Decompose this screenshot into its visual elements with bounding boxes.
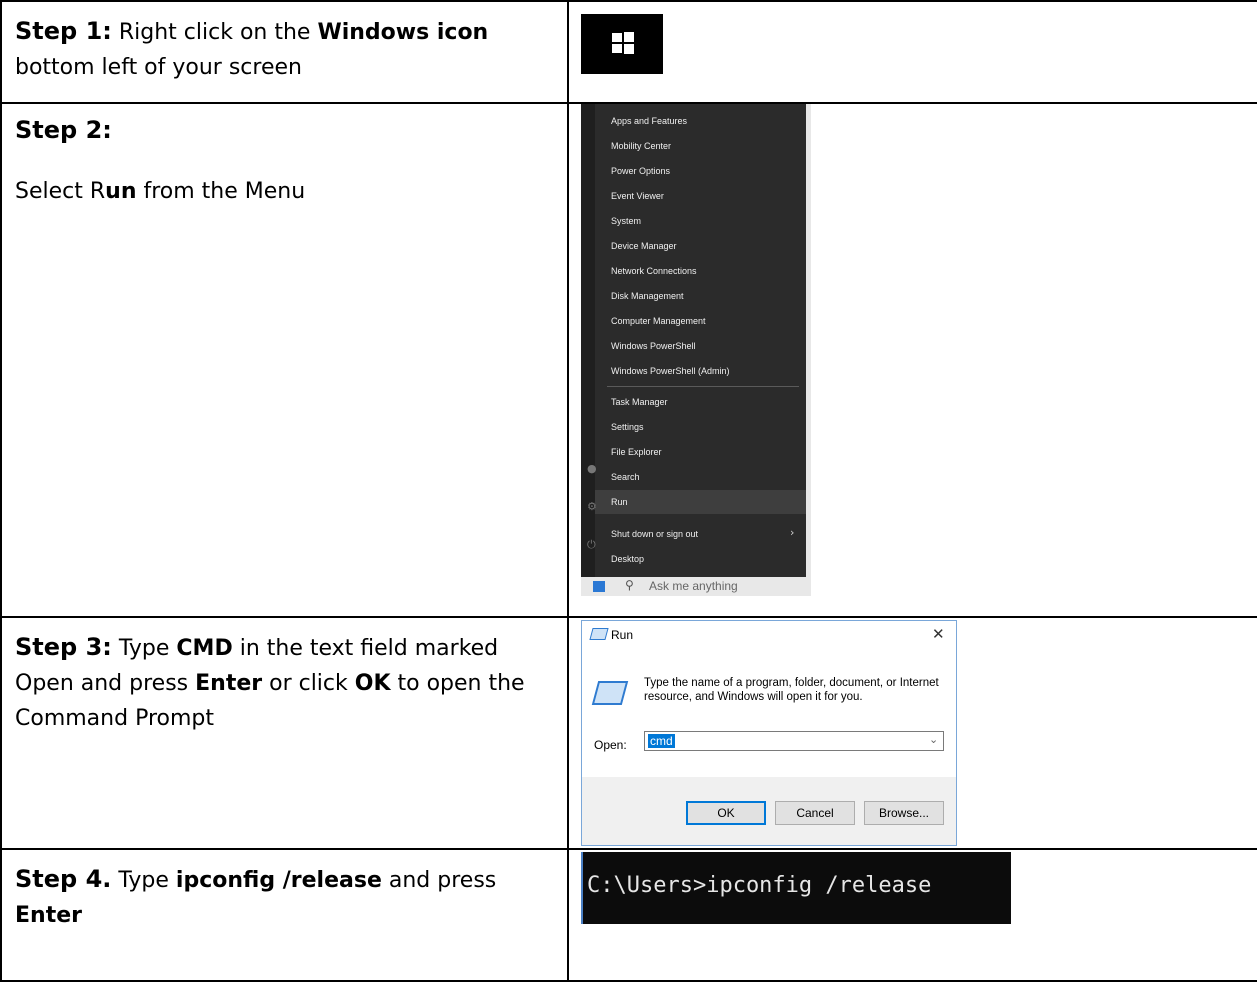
menu-item-shut-down[interactable]: Shut down or sign out	[611, 529, 698, 539]
menu-item-disk-management[interactable]: Disk Management	[611, 291, 684, 301]
menu-item-computer-management[interactable]: Computer Management	[611, 316, 706, 326]
step-4-text-part: Type	[118, 868, 176, 893]
instructions-table: Step 1: Right click on the Windows icon …	[0, 0, 1257, 982]
step-2-text: Select Run from the Menu	[15, 174, 557, 209]
step-3-text-part: Type	[118, 636, 177, 661]
power-icon: ⏻	[587, 538, 596, 551]
menu-item-settings[interactable]: Settings	[611, 422, 644, 432]
run-title-icon	[589, 628, 609, 640]
step-1-text: Step 1: Right click on the Windows icon …	[15, 14, 557, 85]
menu-item-apps-and-features[interactable]: Apps and Features	[611, 116, 687, 126]
run-description: Type the name of a program, folder, docu…	[644, 677, 939, 703]
menu-item-mobility-center[interactable]: Mobility Center	[611, 141, 671, 151]
step-4-text: Step 4. Type ipconfig /release and press…	[15, 862, 557, 933]
step-1-text-part: Right click on the	[118, 20, 318, 45]
menu-item-network-connections[interactable]: Network Connections	[611, 266, 697, 276]
open-label: Open:	[594, 738, 627, 752]
run-dialog: Run ✕ Type the name of a program, folder…	[581, 620, 957, 846]
menu-item-task-manager[interactable]: Task Manager	[611, 397, 668, 407]
taskbar-windows-icon[interactable]	[593, 581, 605, 592]
step-2-heading: Step 2:	[15, 116, 112, 144]
step-2-text-bold: un	[105, 179, 137, 204]
step-3-text-cell: Step 3: Type CMD in the text field marke…	[0, 616, 569, 850]
open-input[interactable]: cmd ⌄	[644, 731, 944, 751]
step-3-heading: Step 3:	[15, 633, 112, 661]
cancel-button[interactable]: Cancel	[775, 801, 855, 825]
step-1-image-cell	[567, 0, 1257, 104]
chevron-right-icon: ›	[790, 526, 795, 539]
chevron-down-icon[interactable]: ⌄	[929, 733, 938, 746]
step-3-text-bold: OK	[354, 671, 391, 696]
step-1-text-cell: Step 1: Right click on the Windows icon …	[0, 0, 569, 104]
step-4-text-part: and press	[381, 868, 497, 893]
step-4-image-cell: C:\Users>ipconfig /release	[567, 848, 1257, 982]
taskbar: ⚲ Ask me anything	[581, 577, 811, 596]
winx-menu-screenshot: Apps and Features Mobility Center Power …	[581, 104, 811, 596]
search-icon: ⚲	[625, 578, 634, 592]
step-4-text-bold: Enter	[15, 903, 82, 928]
step-2-text-part: from the Menu	[136, 179, 306, 204]
menu-item-file-explorer[interactable]: File Explorer	[611, 447, 662, 457]
windows-start-button[interactable]	[581, 14, 663, 74]
ok-button[interactable]: OK	[686, 801, 766, 825]
step-3-row: Step 3: Type CMD in the text field marke…	[0, 616, 1257, 850]
command-prompt: C:\Users>ipconfig /release	[581, 852, 1011, 924]
step-2-image-cell: Apps and Features Mobility Center Power …	[567, 102, 1257, 618]
menu-item-power-options[interactable]: Power Options	[611, 166, 670, 176]
step-1-text-bold: Windows icon	[317, 20, 489, 45]
taskbar-search-box[interactable]: Ask me anything	[649, 579, 738, 593]
step-3-text-bold: CMD	[176, 636, 233, 661]
console-command-text: C:\Users>ipconfig /release	[587, 873, 932, 898]
step-4-row: Step 4. Type ipconfig /release and press…	[0, 848, 1257, 982]
step-3-text-bold: Enter	[195, 671, 263, 696]
step-2-text-part: Select R	[15, 179, 106, 204]
menu-item-system[interactable]: System	[611, 216, 641, 226]
step-4-text-cell: Step 4. Type ipconfig /release and press…	[0, 848, 569, 982]
windows-logo-icon	[612, 32, 634, 54]
open-input-value: cmd	[648, 734, 675, 748]
run-program-icon	[591, 681, 629, 705]
step-2-row: Step 2: Select Run from the Menu Apps an…	[0, 102, 1257, 618]
menu-item-desktop[interactable]: Desktop	[611, 554, 644, 564]
menu-item-windows-powershell-admin[interactable]: Windows PowerShell (Admin)	[611, 366, 730, 376]
step-2-text-cell: Step 2: Select Run from the Menu	[0, 102, 569, 618]
menu-separator	[607, 386, 799, 387]
step-1-heading: Step 1:	[15, 17, 112, 45]
user-icon: ●	[587, 462, 597, 475]
menu-item-windows-powershell[interactable]: Windows PowerShell	[611, 341, 696, 351]
close-icon[interactable]: ✕	[932, 625, 945, 643]
step-1-text-part: bottom left of your screen	[15, 55, 302, 80]
menu-item-run[interactable]: Run	[611, 497, 628, 507]
step-3-text: Step 3: Type CMD in the text field marke…	[15, 630, 557, 736]
run-dialog-title: Run	[611, 628, 634, 642]
menu-item-device-manager[interactable]: Device Manager	[611, 241, 677, 251]
winx-menu: Apps and Features Mobility Center Power …	[581, 104, 806, 577]
menu-item-event-viewer[interactable]: Event Viewer	[611, 191, 664, 201]
settings-gear-icon: ⚙	[587, 500, 597, 513]
step-3-text-part: or click	[262, 671, 355, 696]
step-1-row: Step 1: Right click on the Windows icon …	[0, 0, 1257, 104]
browse-button[interactable]: Browse...	[864, 801, 944, 825]
step-3-image-cell: Run ✕ Type the name of a program, folder…	[567, 616, 1257, 850]
step-4-text-bold: ipconfig /release	[175, 868, 382, 893]
menu-item-search[interactable]: Search	[611, 472, 640, 482]
step-4-heading: Step 4.	[15, 865, 112, 893]
